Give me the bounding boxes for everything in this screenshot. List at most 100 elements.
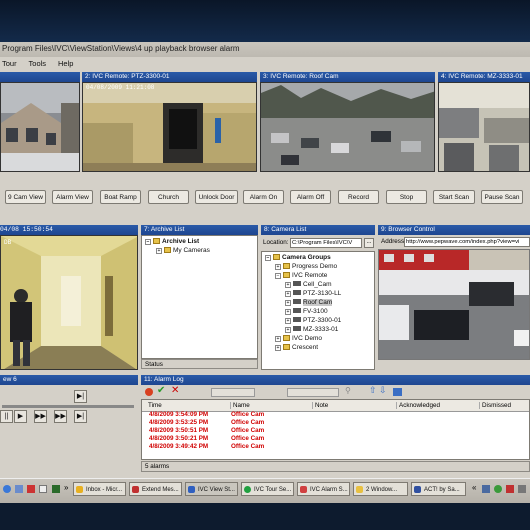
acknowledge-check-icon[interactable]: ✔ — [157, 385, 165, 396]
camera-roof-cam[interactable]: + Roof Cam — [285, 299, 333, 306]
expand-icon[interactable]: + — [275, 336, 281, 342]
pause-scan-button[interactable]: Pause Scan — [481, 190, 523, 204]
unlock-door-button[interactable]: Unlock Door — [195, 190, 238, 204]
cam6-header[interactable]: ew 6 — [0, 375, 138, 385]
menu-tour[interactable]: Tour — [2, 59, 17, 68]
play-button[interactable]: ▶ — [14, 410, 27, 423]
boat-ramp-button[interactable]: Boat Ramp — [100, 190, 141, 204]
expand-icon[interactable]: + — [285, 291, 291, 297]
group-ivc-demo[interactable]: + IVC Demo — [275, 335, 322, 342]
stop-button[interactable]: Stop — [386, 190, 427, 204]
columns-icon[interactable] — [393, 388, 402, 396]
expand-icon[interactable]: + — [285, 318, 291, 324]
church-button[interactable]: Church — [148, 190, 189, 204]
group-progress-demo[interactable]: + Progress Demo — [275, 263, 337, 270]
alarm-log-header[interactable]: 11: Alarm Log — [141, 375, 530, 385]
group-crescent[interactable]: + Crescent — [275, 344, 318, 351]
dismiss-x-icon[interactable]: ✕ — [171, 385, 179, 396]
browser-content[interactable] — [378, 249, 530, 360]
expand-icon[interactable]: + — [285, 327, 291, 333]
camera-view-1[interactable] — [0, 82, 80, 172]
playback-slider[interactable] — [2, 405, 134, 408]
browse-button[interactable]: ... — [364, 238, 374, 248]
skip-forward-button[interactable]: ▶| — [74, 410, 87, 423]
camera-fv-3100[interactable]: + FV-3100 — [285, 308, 328, 315]
task-ivc-alarm[interactable]: IVC Alarm S... — [297, 482, 350, 496]
location-input[interactable]: C:\Program Files\IVC\V — [290, 238, 362, 248]
my-cameras-item[interactable]: + My Cameras — [156, 247, 210, 254]
fast-forward-button[interactable]: ▶▶ — [34, 410, 47, 423]
up-arrow-icon[interactable]: ⇧ — [369, 385, 377, 396]
alarm-on-button[interactable]: Alarm On — [243, 190, 284, 204]
camera-groups-root[interactable]: − Camera Groups — [265, 254, 331, 261]
alarm-off-button[interactable]: Alarm Off — [290, 190, 331, 204]
task-act[interactable]: ACT! by Sa... — [411, 482, 466, 496]
task-ivc-tour[interactable]: IVC Tour Se... — [241, 482, 294, 496]
tray-chevron-icon[interactable]: « — [472, 483, 476, 492]
camera-view-3[interactable] — [260, 82, 435, 172]
camera-ptz-3300[interactable]: + PTZ-3300-01 — [285, 317, 341, 324]
menu-help[interactable]: Help — [58, 59, 73, 68]
expand-icon[interactable]: + — [285, 282, 291, 288]
expand-icon[interactable]: + — [285, 300, 291, 306]
quicklaunch-ie-icon[interactable] — [3, 485, 11, 493]
alarm-view-button[interactable]: Alarm View — [52, 190, 93, 204]
cam4-header[interactable]: 4: IVC Remote: MZ-3333-01 — [438, 72, 530, 82]
quicklaunch-desktop-icon[interactable] — [15, 485, 23, 493]
collapse-icon[interactable]: − — [265, 255, 271, 261]
tray-network-icon[interactable] — [482, 485, 490, 493]
quicklaunch-app-icon[interactable] — [52, 485, 60, 493]
skip-end-button[interactable]: ▶| — [74, 390, 87, 403]
task-inbox[interactable]: Inbox - Micr... — [73, 482, 126, 496]
alarm-stop-icon[interactable] — [145, 388, 153, 396]
pause-button[interactable]: || — [0, 410, 13, 423]
collapse-icon[interactable]: − — [145, 239, 151, 245]
cam2-header[interactable]: 2: IVC Remote: PTZ-3300-01 — [82, 72, 257, 82]
cam1-header[interactable] — [0, 72, 80, 82]
archive-list-header[interactable]: 7: Archive List — [141, 225, 258, 235]
record-button[interactable]: Record — [338, 190, 379, 204]
collapse-icon[interactable]: − — [275, 273, 281, 279]
nine-cam-view-button[interactable]: 9 Cam View — [5, 190, 46, 204]
alarm-name-dropdown[interactable] — [287, 388, 339, 397]
task-windows[interactable]: 2 Window... — [353, 482, 408, 496]
task-ivc-view[interactable]: IVC View St... — [185, 482, 238, 496]
expand-icon[interactable]: + — [156, 248, 162, 254]
alarm-filter-dropdown[interactable] — [211, 388, 255, 397]
expand-icon[interactable]: + — [275, 345, 281, 351]
camera-list-header[interactable]: 8: Camera List — [261, 225, 375, 235]
tray-security-icon[interactable] — [506, 485, 514, 493]
quicklaunch-pdf-icon[interactable] — [27, 485, 35, 493]
col-note[interactable]: Note — [312, 402, 328, 409]
tray-volume-icon[interactable] — [518, 485, 526, 493]
col-time[interactable]: Time — [148, 402, 162, 409]
camera-ptz-3130[interactable]: + PTZ-3130-LL — [285, 290, 341, 297]
col-acknowledged[interactable]: Acknowledged — [396, 402, 440, 409]
col-name[interactable]: Name — [230, 402, 250, 409]
menu-tools[interactable]: Tools — [29, 59, 47, 68]
task-extend[interactable]: Extend Mes... — [129, 482, 182, 496]
cam3-header[interactable]: 3: IVC Remote: Roof Cam — [260, 72, 435, 82]
camera-view-2[interactable]: 04/08/2009 11:21:08 — [82, 82, 257, 172]
faster-forward-button[interactable]: ▶▶ — [54, 410, 67, 423]
quicklaunch-doc-icon[interactable] — [39, 485, 47, 493]
tray-app-icon[interactable] — [494, 485, 502, 493]
start-scan-button[interactable]: Start Scan — [433, 190, 475, 204]
col-dismissed[interactable]: Dismissed — [479, 402, 511, 409]
search-icon[interactable]: ⚲ — [345, 386, 351, 395]
quicklaunch-chevron-icon[interactable]: » — [64, 483, 68, 492]
archive-root-item[interactable]: − Archive List — [145, 238, 199, 245]
down-arrow-icon[interactable]: ⇩ — [379, 385, 387, 396]
group-ivc-remote[interactable]: − IVC Remote — [275, 272, 327, 279]
camera-view-4[interactable] — [438, 82, 530, 172]
folder-icon — [153, 238, 160, 244]
camera-label: Roof Cam — [303, 299, 333, 306]
camera-mz-3333[interactable]: + MZ-3333-01 — [285, 326, 338, 333]
camera-view-5[interactable]: 04/08 15:50:54 DB — [0, 235, 138, 370]
camera-cell-cam[interactable]: + Cell_Cam — [285, 281, 332, 288]
expand-icon[interactable]: + — [275, 264, 281, 270]
address-input[interactable]: http://www.pepwave.com/index.php?view=vi — [404, 237, 530, 247]
camera-label: PTZ-3300-01 — [303, 317, 342, 324]
browser-control-header[interactable]: 9: Browser Control — [378, 225, 530, 235]
expand-icon[interactable]: + — [285, 309, 291, 315]
